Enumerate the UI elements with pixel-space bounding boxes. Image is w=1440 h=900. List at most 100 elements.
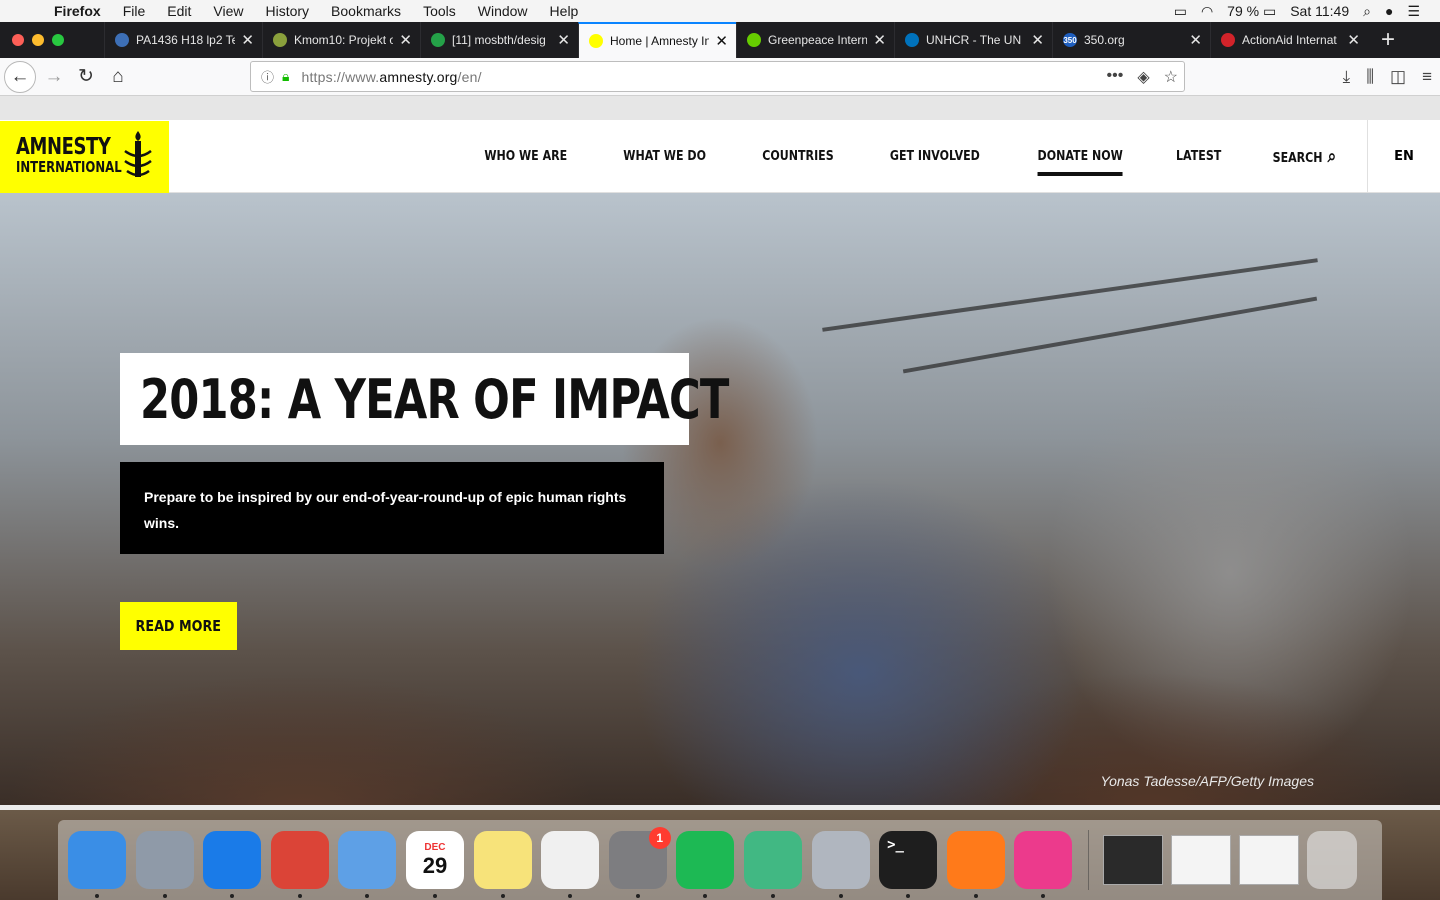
itunes-icon[interactable] <box>1014 831 1073 898</box>
browser-tab[interactable]: PA1436 H18 lp2 Te ✕ <box>104 22 262 58</box>
close-tab-icon[interactable]: ✕ <box>715 32 728 50</box>
notes-icon[interactable] <box>473 831 532 898</box>
nav-countries[interactable]: COUNTRIES <box>762 149 833 164</box>
url-bar[interactable]: ⓘ 🔒︎ https://www.amnesty.org/en/ ••• ◈ ☆ <box>250 61 1185 92</box>
hero-description-box: Prepare to be inspired by our end-of-yea… <box>120 462 664 554</box>
battery-icon: ▭ <box>1262 2 1277 19</box>
minimized-window-thumbnail[interactable] <box>1170 835 1231 885</box>
url-domain: amnesty.org <box>379 68 458 85</box>
menu-window[interactable]: Window <box>478 3 528 19</box>
battery-status[interactable]: 79 % ▭ <box>1227 3 1276 20</box>
reload-button[interactable]: ↻ <box>70 61 102 93</box>
calendar-month: DEC <box>424 841 446 853</box>
running-indicator <box>568 894 573 898</box>
nav-search-label: SEARCH <box>1272 151 1323 166</box>
browser-tab[interactable]: UNHCR - The UN R ✕ <box>894 22 1052 58</box>
amnesty-logo[interactable]: AMNESTY INTERNATIONAL <box>0 121 169 193</box>
pocket-icon[interactable]: ◈ <box>1137 67 1149 87</box>
bookmark-star-icon[interactable]: ☆ <box>1164 67 1178 87</box>
close-tab-icon[interactable]: ✕ <box>241 31 254 49</box>
close-window-button[interactable] <box>12 34 24 46</box>
running-indicator <box>162 894 167 898</box>
browser-tab[interactable]: ActionAid Internat ✕ <box>1210 22 1368 58</box>
atom-icon[interactable] <box>743 831 802 898</box>
airplay-icon[interactable]: ▭ <box>1174 3 1187 20</box>
language-selector[interactable]: EN <box>1367 120 1440 193</box>
app-menu-icon[interactable]: ≡ <box>1422 67 1432 87</box>
minimized-window-thumbnail[interactable] <box>1102 835 1163 885</box>
spotify-icon[interactable] <box>676 831 735 898</box>
minimize-window-button[interactable] <box>32 34 44 46</box>
browser-tab[interactable]: Greenpeace Intern ✕ <box>736 22 894 58</box>
tab-favicon-icon <box>431 33 445 47</box>
launchpad-icon[interactable] <box>135 831 194 898</box>
window-controls <box>0 22 104 58</box>
nav-latest[interactable]: LATEST <box>1176 149 1221 164</box>
browser-tab[interactable]: 350 350.org ✕ <box>1052 22 1210 58</box>
firefox-icon[interactable] <box>946 831 1005 898</box>
library-icon[interactable]: ⫼ <box>1366 67 1374 87</box>
new-tab-button[interactable]: + <box>1368 22 1408 58</box>
running-indicator <box>973 894 978 898</box>
system-preferences-icon[interactable]: 1 <box>608 827 671 898</box>
finder-icon[interactable] <box>68 831 126 898</box>
tab-favicon-icon <box>905 33 919 47</box>
menu-help[interactable]: Help <box>550 3 579 19</box>
notification-center-icon[interactable]: ☰ <box>1407 3 1420 20</box>
close-tab-icon[interactable]: ✕ <box>873 31 886 49</box>
tab-title: ActionAid Internat <box>1242 33 1337 47</box>
candle-icon <box>124 131 152 177</box>
menu-file[interactable]: File <box>123 3 146 19</box>
menu-bookmarks[interactable]: Bookmarks <box>331 3 401 19</box>
safari-icon[interactable] <box>203 831 262 898</box>
logo-line-1: AMNESTY <box>16 134 111 160</box>
read-more-label: READ MORE <box>135 617 222 635</box>
close-tab-icon[interactable]: ✕ <box>399 31 412 49</box>
browser-tab[interactable]: Home | Amnesty In ✕ <box>578 22 736 58</box>
menu-edit[interactable]: Edit <box>167 3 191 19</box>
wifi-icon[interactable]: ◠ <box>1201 3 1213 20</box>
nav-what-we-do[interactable]: WHAT WE DO <box>624 149 707 164</box>
nav-get-involved[interactable]: GET INVOLVED <box>890 149 980 164</box>
photos-icon[interactable] <box>541 831 600 898</box>
back-button[interactable]: ← <box>4 60 36 93</box>
downloads-icon[interactable]: ⤓ <box>1343 67 1351 87</box>
close-tab-icon[interactable]: ✕ <box>557 31 570 49</box>
clock[interactable]: Sat 11:49 <box>1290 3 1349 19</box>
browser-tab[interactable]: [11] mosbth/desig ✕ <box>420 22 578 58</box>
url-text[interactable]: https://www.amnesty.org/en/ <box>301 69 481 85</box>
trash-icon[interactable] <box>1306 831 1357 889</box>
close-tab-icon[interactable]: ✕ <box>1031 31 1044 49</box>
siri-icon[interactable]: ● <box>1385 3 1393 19</box>
secure-lock-icon[interactable]: 🔒︎ <box>282 68 289 85</box>
close-tab-icon[interactable]: ✕ <box>1189 31 1202 49</box>
mail-icon[interactable] <box>338 831 397 898</box>
browser-tab[interactable]: Kmom10: Projekt o ✕ <box>262 22 420 58</box>
nav-search[interactable]: SEARCH ⌕ <box>1273 146 1337 167</box>
home-button[interactable]: ⌂ <box>102 61 134 93</box>
sidebar-icon[interactable]: ◫ <box>1390 67 1406 87</box>
forward-button[interactable]: → <box>38 61 70 93</box>
hero-banner: 2018: A YEAR OF IMPACT Prepare to be ins… <box>0 193 1440 805</box>
dock: DEC 29 1 >_ <box>58 820 1382 900</box>
nav-who-we-are[interactable]: WHO WE ARE <box>484 149 567 164</box>
menu-app-name[interactable]: Firefox <box>54 3 101 19</box>
read-more-button[interactable]: READ MORE <box>120 602 237 650</box>
calendar-day: 29 <box>422 852 448 878</box>
running-indicator <box>230 894 235 898</box>
terminal-icon[interactable]: >_ <box>879 831 938 898</box>
tab-bar: PA1436 H18 lp2 Te ✕ Kmom10: Projekt o ✕ [11]… <box>0 22 1440 58</box>
page-actions-icon[interactable]: ••• <box>1107 67 1124 87</box>
calendar-icon[interactable]: DEC 29 <box>405 831 464 898</box>
settings-icon[interactable] <box>811 831 870 898</box>
minimized-window-thumbnail[interactable] <box>1238 835 1299 885</box>
site-info-icon[interactable]: ⓘ <box>261 67 274 86</box>
close-tab-icon[interactable]: ✕ <box>1347 31 1360 49</box>
menu-view[interactable]: View <box>213 3 243 19</box>
menu-tools[interactable]: Tools <box>423 3 456 19</box>
chrome-icon[interactable] <box>270 831 329 898</box>
spotlight-search-icon[interactable]: ⌕ <box>1363 3 1371 20</box>
menu-history[interactable]: History <box>265 3 309 19</box>
zoom-window-button[interactable] <box>52 34 64 46</box>
nav-donate-now[interactable]: DONATE NOW <box>1037 149 1123 176</box>
